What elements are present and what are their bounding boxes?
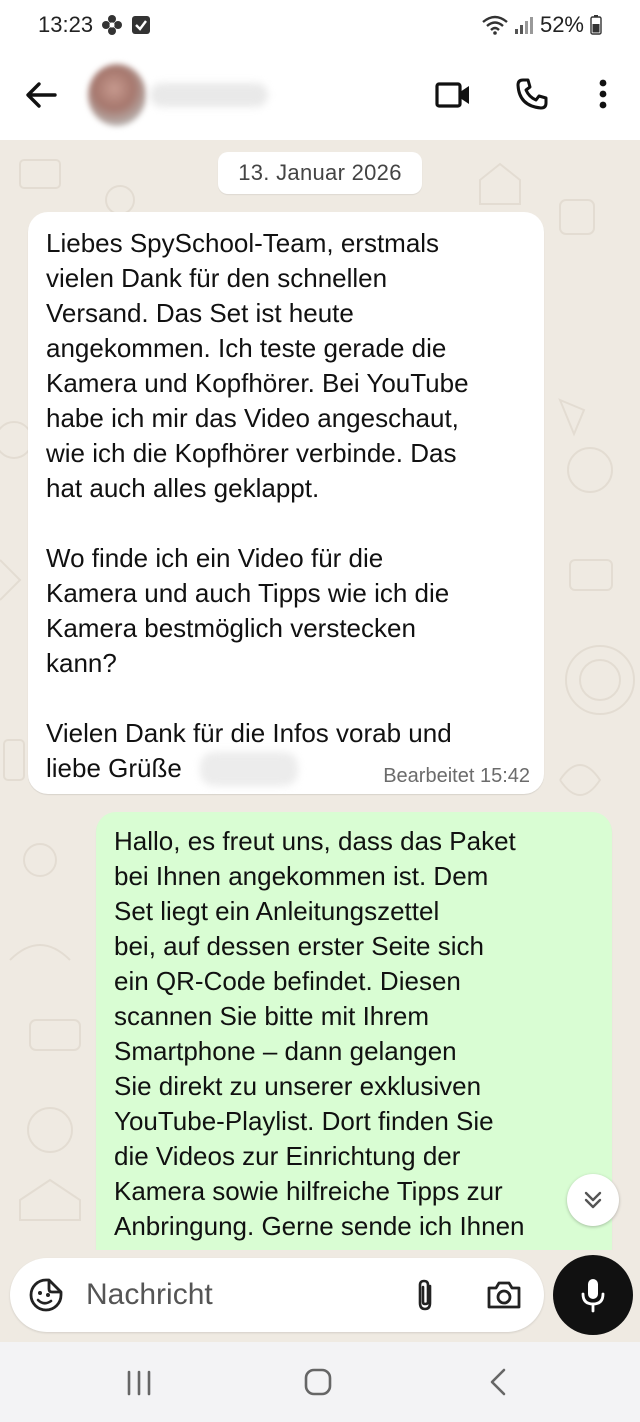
camera-button[interactable] <box>484 1276 524 1314</box>
message-composer <box>10 1258 544 1332</box>
back-arrow-icon <box>26 82 57 108</box>
flower-notification-icon <box>101 14 123 36</box>
more-vertical-icon <box>599 79 607 109</box>
sticker-emoji-button[interactable] <box>28 1277 64 1313</box>
home-icon <box>304 1368 332 1396</box>
incoming-message-text: Liebes SpySchool-Team, erstmals vielen D… <box>46 228 469 783</box>
message-input[interactable] <box>86 1272 396 1318</box>
paperclip-icon <box>418 1279 432 1311</box>
home-button[interactable] <box>302 1366 334 1398</box>
chat-header <box>0 50 640 140</box>
battery-icon <box>590 15 602 35</box>
outgoing-message-text: Hallo, es freut uns, dass das Paket bei … <box>114 826 525 1241</box>
video-call-button[interactable] <box>432 76 474 114</box>
signal-icon <box>514 15 534 35</box>
sticker-emoji-icon <box>29 1278 63 1312</box>
recents-button[interactable] <box>122 1368 156 1398</box>
status-bar: 13:23 52% <box>0 0 640 50</box>
back-chevron-icon <box>490 1368 506 1396</box>
battery-percentage: 52% <box>539 12 584 37</box>
status-time: 13:23 <box>38 12 94 37</box>
contact-avatar[interactable] <box>88 64 146 126</box>
system-navigation-bar <box>0 1342 640 1422</box>
outgoing-message-bubble[interactable]: Hallo, es freut uns, dass das Paket bei … <box>96 812 612 1250</box>
redacted-signature <box>200 752 298 786</box>
recents-icon <box>127 1370 151 1396</box>
scroll-to-bottom-button[interactable] <box>567 1174 619 1226</box>
voice-call-button[interactable] <box>512 74 552 114</box>
phone-icon <box>516 78 548 110</box>
more-options-button[interactable] <box>586 74 620 114</box>
chat-area[interactable]: 13. Januar 2026 Liebes SpySchool-Team, e… <box>0 140 640 1250</box>
attach-button[interactable] <box>408 1276 442 1314</box>
incoming-message-bubble[interactable]: Liebes SpySchool-Team, erstmals vielen D… <box>28 212 544 794</box>
voice-message-button[interactable] <box>553 1255 633 1335</box>
status-left: 13:23 <box>38 12 151 38</box>
date-divider: 13. Januar 2026 <box>218 152 422 194</box>
video-call-icon <box>435 82 469 108</box>
microphone-icon <box>581 1279 605 1313</box>
camera-icon <box>487 1281 521 1309</box>
contact-name-redacted[interactable] <box>150 83 268 107</box>
nav-back-button[interactable] <box>484 1366 512 1398</box>
status-right: 52% <box>482 12 602 38</box>
check-box-icon <box>131 15 151 35</box>
message-meta-edited-time: Bearbeitet 15:42 <box>383 765 530 787</box>
back-button[interactable] <box>22 76 60 114</box>
double-chevron-down-icon <box>584 1191 602 1209</box>
wifi-icon <box>482 15 508 35</box>
